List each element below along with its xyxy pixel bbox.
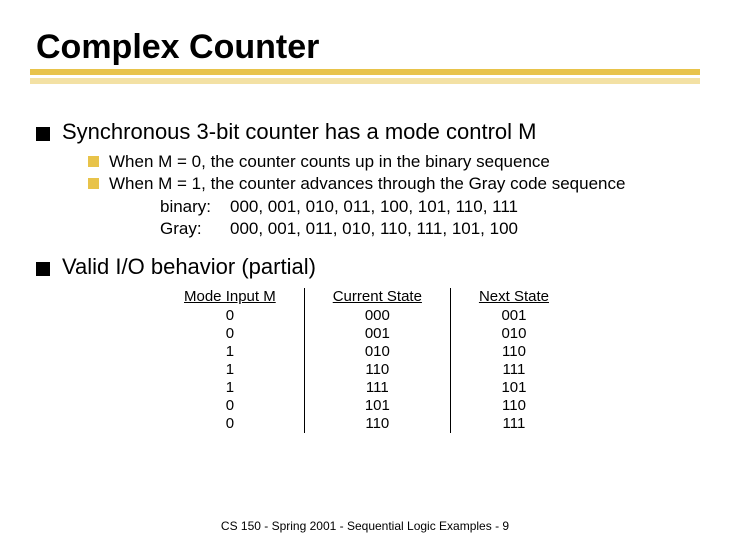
table-row: 0000001	[156, 307, 577, 325]
sub-2-text: When M = 1, the counter advances through…	[109, 173, 625, 194]
table-cell: 111	[450, 361, 577, 379]
gray-label: Gray:	[160, 218, 230, 240]
table-row: 1010110	[156, 343, 577, 361]
bullet-1-text: Synchronous 3-bit counter has a mode con…	[62, 119, 536, 145]
bullet-1: Synchronous 3-bit counter has a mode con…	[36, 119, 694, 145]
slide-title: Complex Counter	[36, 28, 694, 67]
table-cell: 001	[304, 325, 450, 343]
square-bullet-icon	[88, 178, 99, 189]
table-header: Next State	[450, 288, 577, 307]
sub-1-text: When M = 0, the counter counts up in the…	[109, 151, 550, 172]
table-cell: 1	[156, 343, 304, 361]
table-cell: 1	[156, 361, 304, 379]
binary-sequence: 000, 001, 010, 011, 100, 101, 110, 111	[230, 196, 518, 218]
table-header: Mode Input M	[156, 288, 304, 307]
square-bullet-icon	[36, 127, 50, 141]
table-cell: 0	[156, 397, 304, 415]
table-cell: 101	[304, 397, 450, 415]
table-cell: 111	[304, 379, 450, 397]
title-underline	[30, 69, 700, 89]
table-cell: 111	[450, 415, 577, 433]
sub-bullet-1: When M = 0, the counter counts up in the…	[88, 151, 694, 172]
table-cell: 001	[450, 307, 577, 325]
gray-sequence: 000, 001, 011, 010, 110, 111, 101, 100	[230, 218, 518, 240]
bullet-2: Valid I/O behavior (partial)	[36, 254, 694, 280]
table-row: 1110111	[156, 361, 577, 379]
table-cell: 110	[304, 415, 450, 433]
table-cell: 0	[156, 325, 304, 343]
table-cell: 110	[304, 361, 450, 379]
table-row: 0101110	[156, 397, 577, 415]
table-row: 0110111	[156, 415, 577, 433]
table-cell: 1	[156, 379, 304, 397]
table-row: 0001010	[156, 325, 577, 343]
table-header: Current State	[304, 288, 450, 307]
bullet-2-text: Valid I/O behavior (partial)	[62, 254, 316, 280]
table-cell: 0	[156, 307, 304, 325]
table-cell: 010	[304, 343, 450, 361]
table-cell: 110	[450, 343, 577, 361]
io-behavior-table: Mode Input M Current State Next State 00…	[156, 288, 577, 433]
slide-footer: CS 150 - Spring 2001 - Sequential Logic …	[0, 519, 730, 533]
table-cell: 110	[450, 397, 577, 415]
table-cell: 000	[304, 307, 450, 325]
table-cell: 0	[156, 415, 304, 433]
table-row: 1111101	[156, 379, 577, 397]
binary-label: binary:	[160, 196, 230, 218]
table-cell: 101	[450, 379, 577, 397]
square-bullet-icon	[88, 156, 99, 167]
table-cell: 010	[450, 325, 577, 343]
sub-bullet-2: When M = 1, the counter advances through…	[88, 173, 694, 194]
square-bullet-icon	[36, 262, 50, 276]
